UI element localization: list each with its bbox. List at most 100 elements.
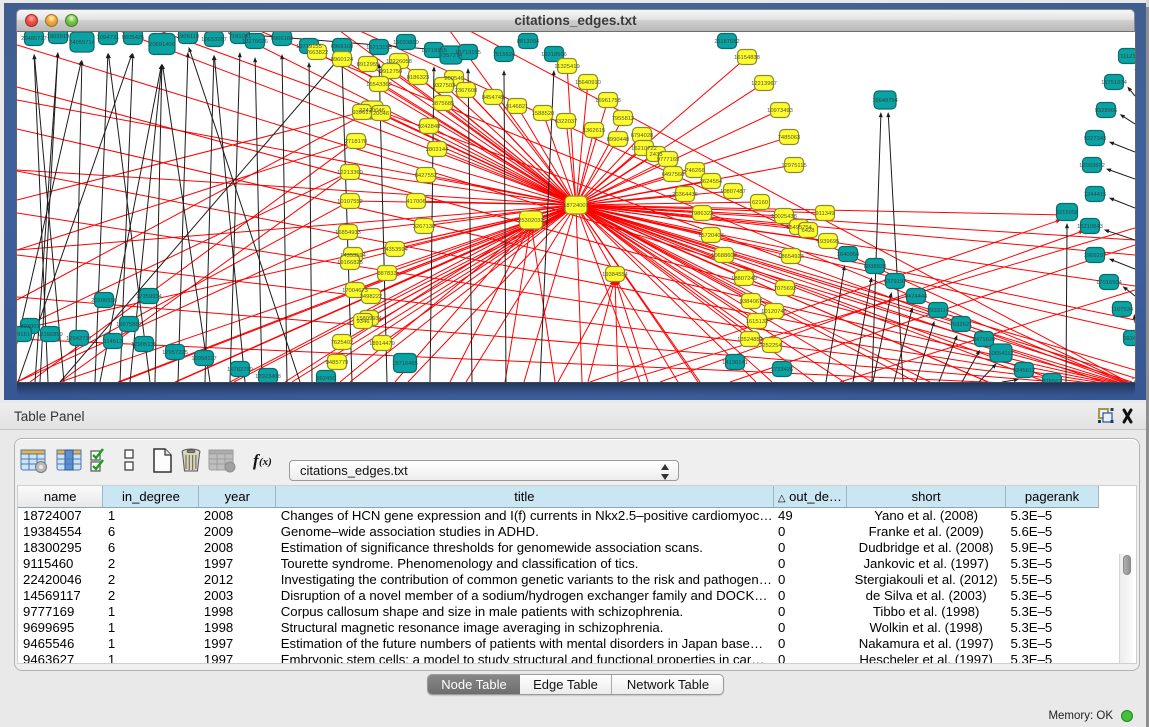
- svg-text:6379197: 6379197: [884, 279, 907, 285]
- svg-text:3624554: 3624554: [700, 179, 723, 185]
- svg-text:2933114: 2933114: [927, 308, 950, 314]
- svg-text:1733426: 1733426: [771, 367, 794, 373]
- svg-text:8454749: 8454749: [482, 95, 505, 101]
- svg-text:18914479: 18914479: [369, 341, 395, 347]
- svg-text:992450: 992450: [1123, 336, 1135, 342]
- svg-text:8960124: 8960124: [331, 57, 354, 63]
- svg-text:1640954: 1640954: [837, 252, 860, 258]
- svg-text:14353594: 14353594: [340, 253, 367, 259]
- svg-text:20046: 20046: [373, 111, 389, 117]
- svg-text:10688609: 10688609: [711, 253, 737, 259]
- svg-text:10973493: 10973493: [767, 108, 793, 114]
- svg-text:9605425: 9605425: [122, 35, 145, 41]
- svg-text:911349: 911349: [816, 211, 835, 217]
- svg-text:16543362: 16543362: [366, 82, 392, 88]
- svg-text:1244415: 1244415: [1084, 192, 1107, 198]
- svg-text:992450: 992450: [316, 376, 335, 382]
- svg-text:7955812: 7955812: [612, 116, 635, 122]
- svg-text:6966160: 6966160: [331, 44, 354, 50]
- svg-text:417006: 417006: [406, 199, 425, 205]
- svg-text:21187682: 21187682: [714, 39, 739, 45]
- svg-text:15720407: 15720407: [698, 233, 724, 239]
- svg-text:3875685: 3875685: [432, 101, 455, 107]
- svg-text:16033809: 16033809: [393, 40, 419, 46]
- svg-text:18807249: 18807249: [731, 276, 757, 282]
- svg-text:16210643: 16210643: [1077, 224, 1103, 230]
- svg-text:20485717: 20485717: [21, 36, 47, 42]
- svg-text:12905135: 12905135: [131, 342, 157, 348]
- svg-text:887833: 887833: [377, 271, 396, 277]
- svg-text:6322037: 6322037: [555, 119, 578, 125]
- svg-text:1588520: 1588520: [532, 111, 555, 117]
- svg-text:9384067: 9384067: [740, 299, 763, 305]
- svg-text:13276026: 13276026: [242, 39, 268, 45]
- svg-text:7485063: 7485063: [778, 135, 801, 141]
- svg-text:6497568: 6497568: [662, 172, 685, 178]
- svg-text:7625402: 7625402: [331, 340, 354, 346]
- svg-text:9242848: 9242848: [418, 124, 441, 130]
- svg-text:16648794: 16648794: [872, 98, 899, 104]
- svg-text:16961758: 16961758: [595, 98, 621, 104]
- svg-text:1167534: 1167534: [1111, 307, 1134, 313]
- svg-text:12093872: 12093872: [1079, 163, 1105, 169]
- svg-text:252254: 252254: [762, 343, 782, 349]
- svg-text:10025438: 10025438: [771, 214, 797, 220]
- svg-text:2367608: 2367608: [455, 88, 478, 94]
- svg-text:9485779: 9485779: [326, 360, 349, 366]
- svg-text:8471626: 8471626: [973, 337, 996, 343]
- svg-text:2803144: 2803144: [426, 147, 449, 153]
- svg-text:200546: 200546: [444, 76, 463, 82]
- svg-text:10958117: 10958117: [191, 356, 216, 362]
- svg-text:19218506: 19218506: [541, 52, 567, 58]
- svg-text:10653287: 10653287: [201, 37, 227, 43]
- svg-text:6794028: 6794028: [631, 133, 654, 139]
- svg-text:8912955: 8912955: [357, 62, 380, 68]
- svg-text:8938928: 8938928: [864, 264, 887, 270]
- svg-text:114513: 114513: [104, 339, 123, 345]
- svg-text:1615132: 1615132: [746, 319, 769, 325]
- svg-text:7663822: 7663822: [306, 50, 329, 56]
- svg-text:14136141: 14136141: [722, 360, 748, 366]
- svg-text:16154838: 16154838: [734, 55, 760, 61]
- svg-text:3267130: 3267130: [413, 224, 436, 230]
- svg-text:7986322: 7986322: [691, 211, 714, 217]
- svg-text:1054731: 1054731: [97, 35, 120, 41]
- svg-text:10654112: 10654112: [988, 351, 1013, 357]
- svg-text:15716485: 15716485: [392, 361, 418, 367]
- svg-text:11325419: 11325419: [554, 64, 579, 70]
- svg-text:6966160: 6966160: [271, 36, 294, 42]
- svg-text:17016504: 17016504: [1096, 280, 1123, 286]
- svg-text:9912750: 9912750: [380, 69, 403, 75]
- svg-text:15640910: 15640910: [575, 80, 601, 86]
- svg-text:9346: 9346: [357, 319, 370, 325]
- svg-text:9329966: 9329966: [1095, 108, 1118, 114]
- svg-text:16713155: 16713155: [455, 50, 481, 56]
- svg-text:17359934: 17359934: [136, 294, 163, 300]
- svg-text:12213369: 12213369: [337, 170, 363, 176]
- svg-text:1969297: 1969297: [1084, 253, 1107, 259]
- svg-text:10107552: 10107552: [337, 199, 363, 205]
- svg-text:24055714: 24055714: [69, 40, 96, 46]
- svg-text:16782759: 16782759: [227, 367, 253, 373]
- svg-text:11121: 11121: [1120, 54, 1135, 60]
- svg-text:25302033: 25302033: [518, 218, 544, 224]
- svg-text:15751074: 15751074: [1101, 80, 1128, 86]
- svg-text:12213967: 12213967: [751, 81, 777, 87]
- svg-text:939617: 939617: [352, 110, 371, 116]
- svg-text:19975887: 19975887: [116, 322, 142, 328]
- svg-text:1903919: 1903919: [47, 34, 70, 40]
- svg-text:16713155: 16713155: [366, 45, 392, 51]
- svg-text:1362615: 1362615: [583, 128, 606, 134]
- svg-text:876561: 876561: [1042, 379, 1061, 382]
- svg-text:62160: 62160: [752, 200, 768, 206]
- svg-text:39151: 39151: [17, 332, 30, 338]
- svg-text:20364436: 20364436: [672, 192, 698, 198]
- svg-text:18654923: 18654923: [778, 254, 804, 260]
- svg-text:9245612: 9245612: [1013, 368, 1036, 374]
- svg-text:12156859: 12156859: [37, 332, 63, 338]
- svg-text:10807487: 10807487: [720, 189, 746, 195]
- svg-text:7632621: 7632621: [950, 322, 973, 328]
- svg-text:8427552: 8427552: [415, 173, 438, 179]
- svg-text:(x): (x): [259, 456, 272, 468]
- svg-text:13524851: 13524851: [737, 337, 763, 343]
